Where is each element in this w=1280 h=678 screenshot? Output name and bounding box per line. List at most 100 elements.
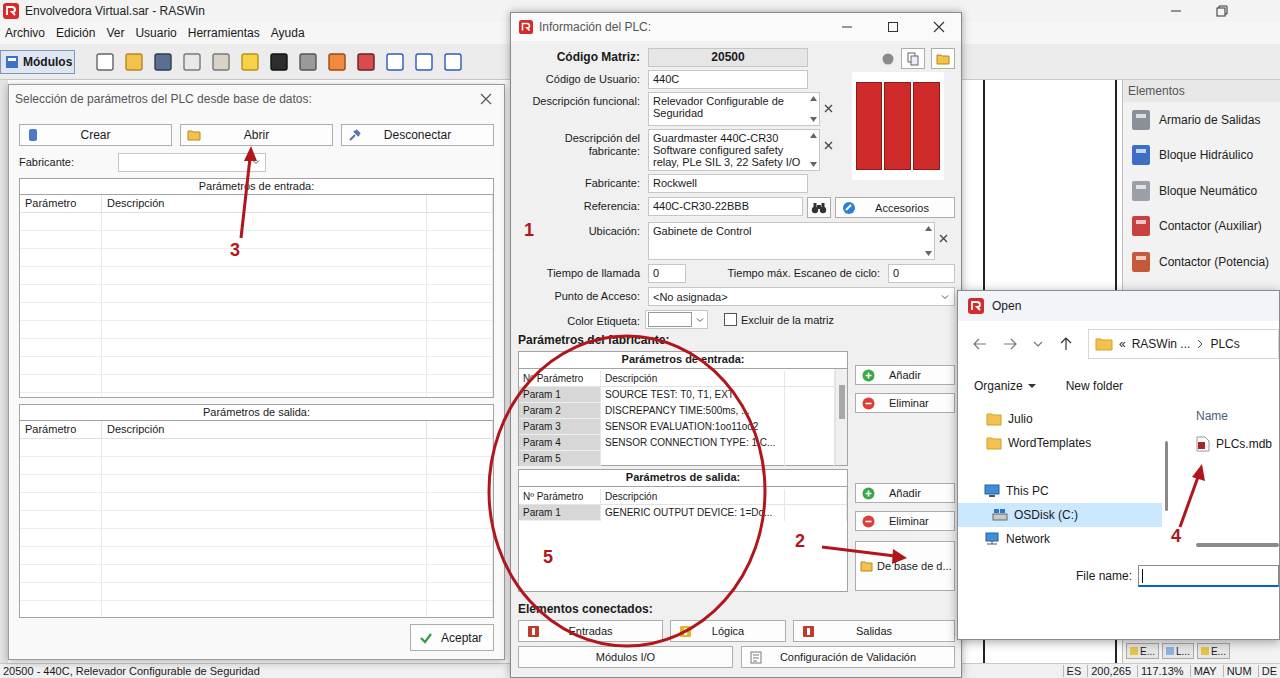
toolbar-button[interactable] xyxy=(411,49,437,75)
element-item[interactable]: Armario de Salidas xyxy=(1123,102,1280,138)
connected-button[interactable]: Lógica xyxy=(670,620,786,642)
label-color-select[interactable] xyxy=(645,310,708,329)
element-item[interactable]: Bloque Hidráulico xyxy=(1123,138,1280,174)
user-code-field[interactable]: 440C xyxy=(648,70,808,89)
scrollbar[interactable] xyxy=(835,369,847,465)
db-button[interactable]: Desconectar xyxy=(341,124,494,146)
element-item[interactable]: Bloque Neumático xyxy=(1123,173,1280,209)
menu-item[interactable]: Ayuda xyxy=(271,26,305,40)
up-arrow-icon[interactable] xyxy=(1058,336,1074,352)
file-name-input[interactable] xyxy=(1138,565,1279,587)
minimize-icon[interactable] xyxy=(841,21,853,33)
remove-button[interactable]: Eliminar xyxy=(855,511,955,531)
tree-item[interactable]: OSDisk (C:) xyxy=(958,503,1162,527)
db-button[interactable]: Crear xyxy=(19,124,172,146)
table-row[interactable]: Param 2DISCREPANCY TIME:500ms, ... xyxy=(519,403,835,419)
scroll-arrows[interactable] xyxy=(924,225,933,257)
output-params-table[interactable]: ParámetroDescripción xyxy=(19,420,494,618)
tree-item[interactable]: Julio xyxy=(958,407,1162,431)
input-params-table[interactable]: ParámetroDescripción xyxy=(19,194,494,398)
table-row[interactable]: Param 4SENSOR CONNECTION TYPE: 1 C... xyxy=(519,435,835,451)
toolbar-button[interactable] xyxy=(324,49,350,75)
accept-button[interactable]: Aceptar xyxy=(410,624,494,651)
toolbar-button[interactable] xyxy=(266,49,292,75)
bottom-button[interactable]: Configuración de Validación xyxy=(741,646,955,668)
path-segment[interactable]: « xyxy=(1119,337,1126,351)
db-button[interactable]: Abrir xyxy=(180,124,333,146)
manufacturer-description-field[interactable]: Guardmaster 440C-CR30 Software configure… xyxy=(648,129,820,171)
address-bar[interactable]: « RASWin ... PLCs xyxy=(1088,329,1279,359)
scrollbar[interactable] xyxy=(1196,543,1279,547)
restore-icon[interactable] xyxy=(1216,5,1228,17)
add-button[interactable]: Añadir xyxy=(855,483,955,503)
input-params-table[interactable]: Nº ParámetroDescripciónParam 1SOURCE TES… xyxy=(518,368,848,466)
menu-item[interactable]: Archivo xyxy=(5,26,45,40)
table-row[interactable]: Param 5 xyxy=(519,451,835,467)
remove-button[interactable]: Eliminar xyxy=(855,393,955,413)
toolbar-button[interactable] xyxy=(208,49,234,75)
tree-item[interactable]: This PC xyxy=(958,479,1162,503)
path-segment[interactable]: PLCs xyxy=(1210,337,1239,351)
clear-icon[interactable] xyxy=(939,234,948,243)
access-point-select[interactable]: <No asignada> xyxy=(648,287,955,306)
back-arrow-icon[interactable] xyxy=(972,336,988,352)
path-segment[interactable]: RASWin ... xyxy=(1132,337,1191,351)
menu-item[interactable]: Usuario xyxy=(135,26,176,40)
menu-item[interactable]: Ver xyxy=(106,26,124,40)
file-item[interactable]: PLCs.mdb xyxy=(1196,433,1279,455)
manufacturer-select[interactable] xyxy=(118,153,266,172)
exclude-matrix-checkbox[interactable]: Excluir de la matriz xyxy=(724,313,834,326)
from-database-button[interactable]: De base de d... xyxy=(855,541,955,591)
toolbar-button[interactable] xyxy=(295,49,321,75)
scrollbar[interactable] xyxy=(1162,401,1170,551)
tree-item[interactable]: Network xyxy=(958,527,1162,551)
functional-description-field[interactable]: Relevador Configurable de Seguridad xyxy=(648,92,820,126)
table-row[interactable]: Param 1GENERIC OUTPUT DEVICE: 1=Do... xyxy=(519,505,847,521)
organize-button[interactable]: Organize xyxy=(974,379,1036,393)
connected-button[interactable]: Salidas xyxy=(793,620,955,642)
layer-tab[interactable]: L... xyxy=(1162,643,1194,659)
menu-item[interactable]: Edición xyxy=(56,26,95,40)
toolbar-button[interactable] xyxy=(382,49,408,75)
element-item[interactable]: Contactor (Potencia) xyxy=(1123,244,1280,280)
add-button[interactable]: Añadir xyxy=(855,365,955,385)
scrollbar-thumb[interactable] xyxy=(839,385,845,419)
forward-arrow-icon[interactable] xyxy=(1002,336,1018,352)
image-folder-button[interactable] xyxy=(931,48,955,69)
minimize-icon[interactable] xyxy=(1170,5,1182,17)
clear-icon[interactable] xyxy=(824,141,833,150)
scroll-arrows[interactable] xyxy=(809,95,818,123)
recent-chevron-icon[interactable] xyxy=(1032,336,1044,352)
layer-tab[interactable]: E... xyxy=(1126,643,1159,659)
table-row[interactable]: Param 1SOURCE TEST: T0, T1, EXT xyxy=(519,387,835,403)
column-header[interactable]: Name xyxy=(1196,401,1279,425)
toolbar-button[interactable] xyxy=(179,49,205,75)
maximize-icon[interactable] xyxy=(887,21,899,33)
accessories-button[interactable]: Accesorios xyxy=(835,197,955,218)
manufacturer-field[interactable]: Rockwell xyxy=(648,174,808,193)
toolbar-button[interactable] xyxy=(440,49,466,75)
menu-item[interactable]: Herramientas xyxy=(188,26,260,40)
toolbar-button[interactable] xyxy=(121,49,147,75)
reference-field[interactable]: 440C-CR30-22BBB xyxy=(648,197,803,216)
output-params-table[interactable]: Nº ParámetroDescripciónParam 1GENERIC OU… xyxy=(518,486,848,592)
toolbar-button[interactable] xyxy=(353,49,379,75)
bottom-button[interactable]: Módulos I/O xyxy=(518,646,733,668)
toolbar-button[interactable] xyxy=(237,49,263,75)
max-scan-time-field[interactable]: 0 xyxy=(888,264,955,283)
new-folder-button[interactable]: New folder xyxy=(1066,379,1123,393)
table-row[interactable]: Param 3SENSOR EVALUATION:1oo11oo2 xyxy=(519,419,835,435)
layer-tab[interactable]: E... xyxy=(1197,643,1230,659)
close-icon[interactable] xyxy=(933,21,945,33)
location-field[interactable]: Gabinete de Control xyxy=(648,222,935,260)
scroll-arrows[interactable] xyxy=(809,132,818,168)
toolbar-button[interactable] xyxy=(150,49,176,75)
copy-button[interactable] xyxy=(901,48,925,69)
search-button[interactable] xyxy=(807,197,831,218)
modules-tab[interactable]: Módulos xyxy=(0,50,75,74)
call-time-field[interactable]: 0 xyxy=(648,264,686,283)
toolbar-button[interactable] xyxy=(92,49,118,75)
scrollbar-thumb[interactable] xyxy=(1165,441,1168,511)
clear-icon[interactable] xyxy=(824,104,833,113)
connected-button[interactable]: Entradas xyxy=(518,620,663,642)
